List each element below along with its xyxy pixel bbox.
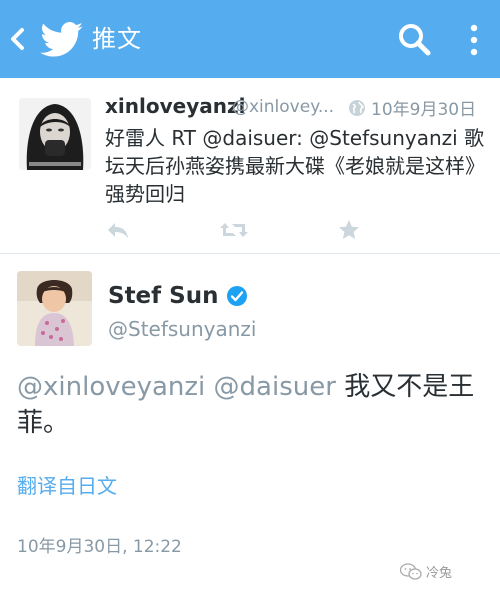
page-title: 推文 xyxy=(92,25,142,53)
twitter-bird-icon[interactable] xyxy=(40,22,84,58)
reply-icon[interactable] xyxy=(105,218,131,242)
favorite-star-icon[interactable] xyxy=(337,218,361,242)
quoted-tweet[interactable]: xinloveyanzi @xinlovey... 10年9月30日 好雷人 R… xyxy=(0,78,500,254)
mention-link[interactable]: @daisuer xyxy=(214,372,336,402)
verified-badge-icon xyxy=(226,286,247,306)
avatar[interactable] xyxy=(17,271,92,346)
tweet-text: @xinloveyanzi @daisuer 我又不是王菲。 xyxy=(17,369,487,441)
tweet-time: 10年9月30日 xyxy=(348,95,476,120)
author-name-row[interactable]: Stef Sun xyxy=(108,283,248,309)
author-name[interactable]: Stef Sun xyxy=(108,283,219,309)
tweet-timestamp: 10年9月30日, 12:22 xyxy=(17,537,182,557)
author-name[interactable]: xinloveyanzi xyxy=(105,94,245,118)
search-icon[interactable] xyxy=(396,22,432,58)
app-bar: 推文 xyxy=(0,0,500,78)
translate-link[interactable]: 翻译自日文 xyxy=(17,470,117,499)
avatar-photo-icon xyxy=(19,98,91,170)
author-handle[interactable]: @Stefsunyanzi xyxy=(108,317,256,341)
globe-icon xyxy=(349,99,365,116)
tweet-text: 好雷人 RT @daisuer: @Stefsunyanzi 歌坛天后孙燕姿携最… xyxy=(105,126,485,206)
more-vert-icon[interactable] xyxy=(464,20,484,60)
retweet-icon[interactable] xyxy=(219,218,249,242)
watermark: 冷兔 xyxy=(400,562,452,581)
mention-link[interactable]: @xinloveyanzi xyxy=(17,372,205,402)
avatar-photo-icon xyxy=(17,271,92,346)
back-chevron-icon[interactable] xyxy=(6,24,28,54)
tweet-time-text: 10年9月30日 xyxy=(371,100,477,120)
tweet-actions xyxy=(103,218,383,242)
watermark-text: 冷兔 xyxy=(426,566,453,581)
wechat-icon xyxy=(400,562,422,580)
author-handle[interactable]: @xinlovey... xyxy=(232,97,334,117)
avatar[interactable] xyxy=(19,98,91,170)
